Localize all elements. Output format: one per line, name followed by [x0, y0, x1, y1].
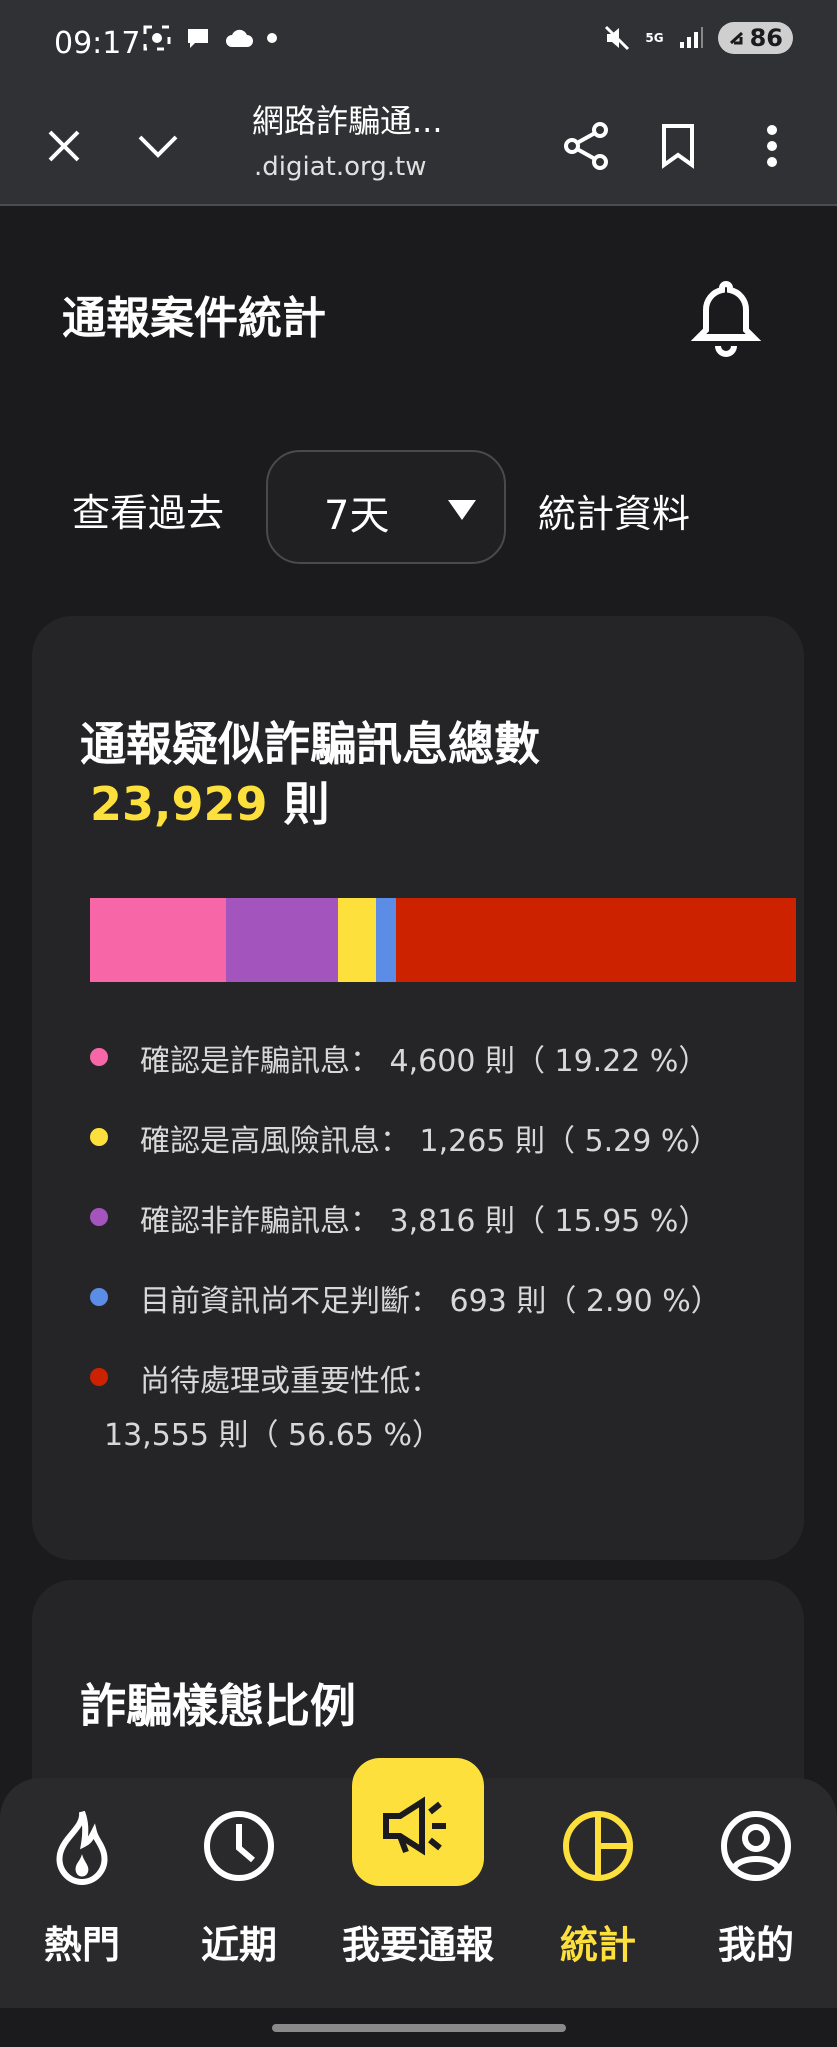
- summary-title: 通報疑似詐騙訊息總數: [80, 717, 540, 771]
- network-label: 5G: [645, 31, 664, 45]
- nav-profile[interactable]: 我的: [676, 1794, 836, 1994]
- fraud-type-title: 詐騙樣態比例: [80, 1679, 356, 1733]
- nav-stats[interactable]: 統計: [518, 1794, 678, 1994]
- nav-recent[interactable]: 近期: [159, 1794, 319, 1994]
- battery-icon: 86: [717, 22, 793, 54]
- screenshot-icon: [143, 25, 171, 51]
- legend-item: 尚待處理或重要性低： 13,555 則（ 56.65 %）: [90, 1346, 790, 1453]
- bar-segment: [90, 898, 226, 982]
- legend-text: 確認是高風險訊息： 1,265 則（ 5.29 %）: [140, 1124, 720, 1159]
- bar-segment: [338, 898, 376, 982]
- user-icon: [721, 1811, 791, 1881]
- range-suffix: 統計資料: [538, 492, 691, 536]
- dropdown-arrow-icon: [448, 500, 476, 520]
- legend-dot-icon: [90, 1128, 108, 1146]
- browser-toolbar: 網路詐騙通... .digiat.org.tw: [0, 86, 837, 206]
- total-count: 23,929: [90, 777, 268, 831]
- legend-text: 目前資訊尚不足判斷： 693 則（ 2.90 %）: [140, 1284, 721, 1319]
- nav-hot[interactable]: 熱門: [2, 1794, 162, 1994]
- dot-icon: [267, 33, 277, 43]
- summary-card: 通報疑似詐騙訊息總數 23,929 則 確認是詐騙訊息： 4,600 則（ 19…: [32, 616, 804, 1560]
- mute-icon: [605, 25, 630, 51]
- stacked-bar: [90, 898, 797, 982]
- cloud-icon: [226, 29, 253, 47]
- bar-segment: [225, 898, 339, 982]
- nav-label: 我的: [717, 1923, 794, 1967]
- total-unit: 則: [283, 777, 330, 831]
- signal-icon: [679, 27, 703, 48]
- more-button[interactable]: [742, 116, 802, 176]
- home-indicator[interactable]: [272, 2024, 566, 2032]
- battery-level: 86: [749, 24, 783, 52]
- nav-label: 統計: [559, 1923, 636, 1967]
- chevron-down-icon: [138, 135, 178, 158]
- more-icon: [767, 125, 777, 167]
- close-icon: [48, 130, 80, 162]
- range-dropdown[interactable]: 7天: [266, 450, 506, 564]
- range-prefix: 查看過去: [72, 490, 225, 535]
- bottom-nav: 熱門 近期 我要通報 統計 我的: [0, 1758, 837, 2008]
- fire-icon: [56, 1810, 108, 1886]
- nav-report[interactable]: 我要通報: [338, 1758, 498, 1994]
- legend-dot-icon: [90, 1368, 108, 1386]
- share-icon: [564, 122, 608, 170]
- minimize-button[interactable]: [128, 116, 188, 176]
- url-text[interactable]: .digiat.org.tw: [254, 152, 426, 182]
- page-title: 通報案件統計: [62, 293, 326, 344]
- summary-total: 23,929 則: [90, 768, 330, 834]
- nav-label: 近期: [200, 1923, 277, 1967]
- range-row: 查看過去 7天 統計資料: [72, 450, 690, 568]
- bell-icon: [690, 280, 762, 357]
- legend-item: 確認非詐騙訊息： 3,816 則（ 15.95 %）: [90, 1186, 790, 1266]
- chat-icon: [188, 29, 208, 48]
- bookmark-button[interactable]: [648, 116, 708, 176]
- legend-item: 目前資訊尚不足判斷： 693 則（ 2.90 %）: [90, 1266, 790, 1346]
- bookmark-icon: [662, 124, 694, 169]
- legend-dot-icon: [90, 1208, 108, 1226]
- page-title-tab: 網路詐騙通...: [252, 102, 443, 140]
- legend-dot-icon: [90, 1288, 108, 1306]
- range-value: 7天: [324, 493, 390, 539]
- legend-item: 確認是詐騙訊息： 4,600 則（ 19.22 %）: [90, 1026, 790, 1106]
- share-button[interactable]: [556, 116, 616, 176]
- legend-text: 尚待處理或重要性低：: [140, 1364, 440, 1399]
- bar-segment: [375, 898, 397, 982]
- legend-item: 確認是高風險訊息： 1,265 則（ 5.29 %）: [90, 1106, 790, 1186]
- megaphone-icon: [383, 1796, 446, 1856]
- clock-icon: [204, 1811, 274, 1881]
- status-bar: 09:17 5G 86: [0, 0, 837, 86]
- pie-chart-icon: [563, 1811, 633, 1881]
- legend: 確認是詐騙訊息： 4,600 則（ 19.22 %） 確認是高風險訊息： 1,26…: [90, 1026, 790, 1453]
- nav-label: 熱門: [43, 1923, 120, 1967]
- legend-value: 13,555 則（ 56.65 %）: [104, 1418, 442, 1453]
- legend-text: 確認是詐騙訊息： 4,600 則（ 19.22 %）: [140, 1044, 709, 1079]
- notification-button[interactable]: [690, 278, 762, 358]
- nav-label: 我要通報: [341, 1923, 494, 1967]
- legend-text: 確認非詐騙訊息： 3,816 則（ 15.95 %）: [140, 1204, 709, 1239]
- bar-segment: [396, 898, 797, 982]
- status-time: 09:17: [54, 26, 141, 61]
- legend-dot-icon: [90, 1048, 108, 1066]
- close-button[interactable]: [34, 116, 94, 176]
